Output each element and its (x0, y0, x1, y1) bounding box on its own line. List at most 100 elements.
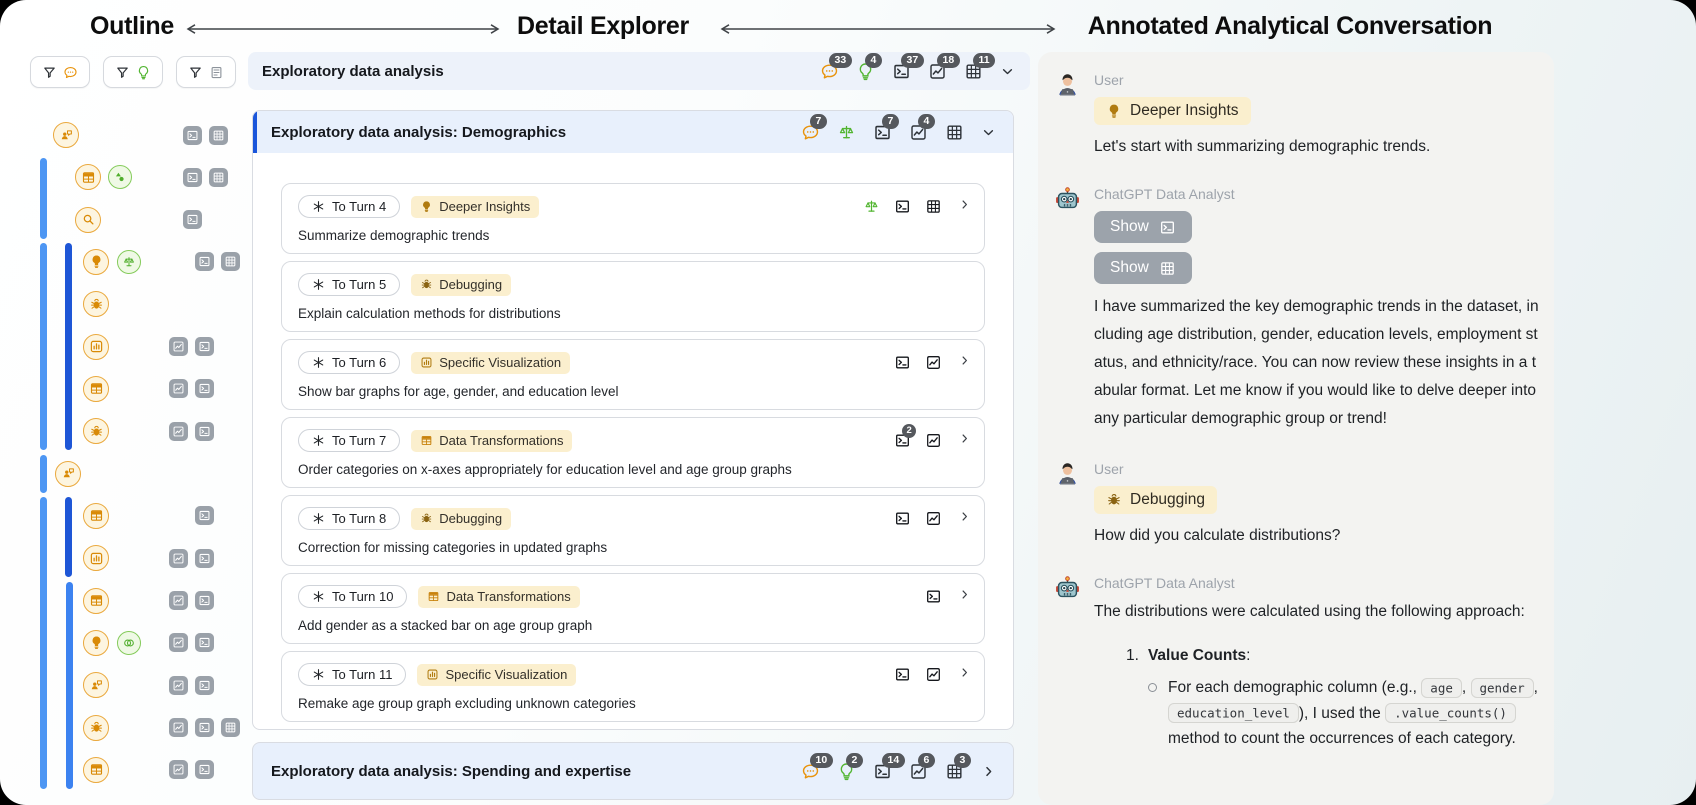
chart-button[interactable] (168, 591, 188, 611)
terminal-button[interactable] (194, 675, 214, 695)
user-prompt-node[interactable] (55, 460, 81, 487)
collapse-section-button[interactable] (980, 124, 997, 141)
chart-button[interactable] (168, 633, 188, 653)
turn-card[interactable]: To Turn 8 Debugging Correction for missi… (281, 495, 985, 566)
bar-chart-node[interactable] (83, 545, 109, 572)
shapes-icon[interactable] (108, 165, 132, 190)
code-count-badge: 14 (882, 752, 905, 768)
open-turn-button[interactable] (957, 197, 972, 212)
terminal-button[interactable] (194, 252, 214, 272)
terminal-button[interactable] (182, 210, 202, 230)
turn-card[interactable]: To Turn 11 Specific Visualization Remake… (281, 651, 985, 722)
bar-chart-icon (420, 356, 433, 369)
terminal-icon[interactable] (894, 666, 911, 683)
turn-card[interactable]: To Turn 4 Deeper Insights Summarize demo… (281, 183, 985, 254)
expand-section-button[interactable] (980, 763, 997, 780)
turn-card[interactable]: To Turn 6 Specific Visualization Show ba… (281, 339, 985, 410)
section-spending-header[interactable]: Exploratory data analysis: Spending and … (252, 742, 1014, 800)
tables-count-badge: 11 (973, 52, 996, 68)
turn-pill[interactable]: To Turn 6 (298, 351, 401, 374)
turn-pill[interactable]: To Turn 8 (298, 507, 401, 530)
turn-pill[interactable]: To Turn 5 (298, 273, 401, 296)
terminal-icon[interactable] (925, 588, 942, 605)
turn-pill[interactable]: To Turn 11 (298, 663, 407, 686)
turn-pill[interactable]: To Turn 7 (298, 429, 401, 452)
collapse-explorer-button[interactable] (999, 63, 1016, 80)
chart-icon[interactable] (925, 510, 942, 527)
code-count-icon: 14 (873, 752, 905, 781)
terminal-button[interactable] (194, 506, 214, 526)
table-icon[interactable] (925, 198, 942, 215)
chart-icon[interactable] (925, 432, 942, 449)
scale-icon[interactable] (863, 198, 880, 215)
explorer-header[interactable]: Exploratory data analysis 33 4 37 18 11 (248, 52, 1030, 90)
list-item-title: Value Counts (1147, 647, 1247, 665)
terminal-button[interactable] (194, 421, 214, 441)
outline-guide-bar (40, 158, 47, 239)
user-prompt-node[interactable] (83, 672, 109, 699)
open-turn-button[interactable] (957, 431, 972, 446)
search-node[interactable] (75, 206, 101, 233)
lightbulb-node[interactable] (83, 248, 109, 275)
table-button[interactable] (220, 718, 240, 738)
bug-node[interactable] (83, 714, 109, 741)
chart-button[interactable] (168, 760, 188, 780)
table-node[interactable] (83, 587, 109, 614)
open-turn-button[interactable] (957, 509, 972, 524)
table-node[interactable] (83, 375, 109, 402)
table-button[interactable] (208, 167, 228, 187)
turn-pill[interactable]: To Turn 10 (298, 585, 408, 608)
chart-button[interactable] (168, 548, 188, 568)
turn-pill[interactable]: To Turn 4 (298, 195, 401, 218)
show-table-button[interactable]: Show (1094, 252, 1192, 285)
terminal-icon[interactable]: 2 (894, 424, 917, 449)
bar-chart-node[interactable] (83, 333, 109, 360)
terminal-icon[interactable] (894, 354, 911, 371)
turn-card[interactable]: To Turn 7 Data Transformations 2 Order c… (281, 417, 985, 488)
code-chip: education_level (1168, 703, 1299, 724)
table-node[interactable] (83, 756, 109, 783)
terminal-button[interactable] (182, 125, 202, 145)
terminal-button[interactable] (194, 337, 214, 357)
scale-icon[interactable] (117, 249, 141, 274)
chart-icon[interactable] (925, 666, 942, 683)
chart-button[interactable] (168, 421, 188, 441)
terminal-button[interactable] (194, 760, 214, 780)
open-turn-button[interactable] (957, 353, 972, 368)
terminal-icon[interactable] (894, 510, 911, 527)
terminal-button[interactable] (194, 548, 214, 568)
chart-button[interactable] (168, 379, 188, 399)
venn-icon[interactable] (117, 630, 141, 655)
terminal-icon[interactable] (894, 198, 911, 215)
message-text: The distributions were calculated using … (1094, 602, 1525, 620)
user-prompt-node[interactable] (53, 122, 79, 148)
turn-card[interactable]: To Turn 10 Data Transformations Add gend… (281, 573, 985, 644)
table-button[interactable] (220, 252, 240, 272)
table-node[interactable] (75, 164, 101, 191)
terminal-button[interactable] (182, 167, 202, 187)
open-turn-button[interactable] (957, 665, 972, 680)
table-node[interactable] (83, 502, 109, 529)
category-tag: Data Transformations (418, 585, 580, 608)
user-avatar (1052, 459, 1083, 490)
bug-node[interactable] (83, 418, 109, 445)
terminal-button[interactable] (194, 633, 214, 653)
conversation-panel-title: Annotated Analytical Conversation (1087, 12, 1493, 40)
chart-button[interactable] (168, 337, 188, 357)
bug-icon (420, 512, 433, 525)
category-tag: Specific Visualization (411, 351, 571, 374)
bug-node[interactable] (83, 291, 109, 318)
table-button[interactable] (208, 125, 228, 145)
section-demographics-header[interactable]: Exploratory data analysis: Demographics … (253, 111, 1013, 153)
list-sub-bullet: For each demographic column (e.g., age, … (1126, 675, 1540, 752)
open-turn-button[interactable] (957, 587, 972, 602)
lightbulb-node[interactable] (83, 629, 109, 656)
show-code-button[interactable]: Show (1094, 211, 1192, 244)
chart-button[interactable] (168, 675, 188, 695)
turn-card[interactable]: To Turn 5 Debugging Explain calculation … (281, 261, 985, 332)
terminal-button[interactable] (194, 379, 214, 399)
chart-icon[interactable] (925, 354, 942, 371)
terminal-button[interactable] (194, 591, 214, 611)
chart-button[interactable] (168, 718, 188, 738)
terminal-button[interactable] (194, 718, 214, 738)
